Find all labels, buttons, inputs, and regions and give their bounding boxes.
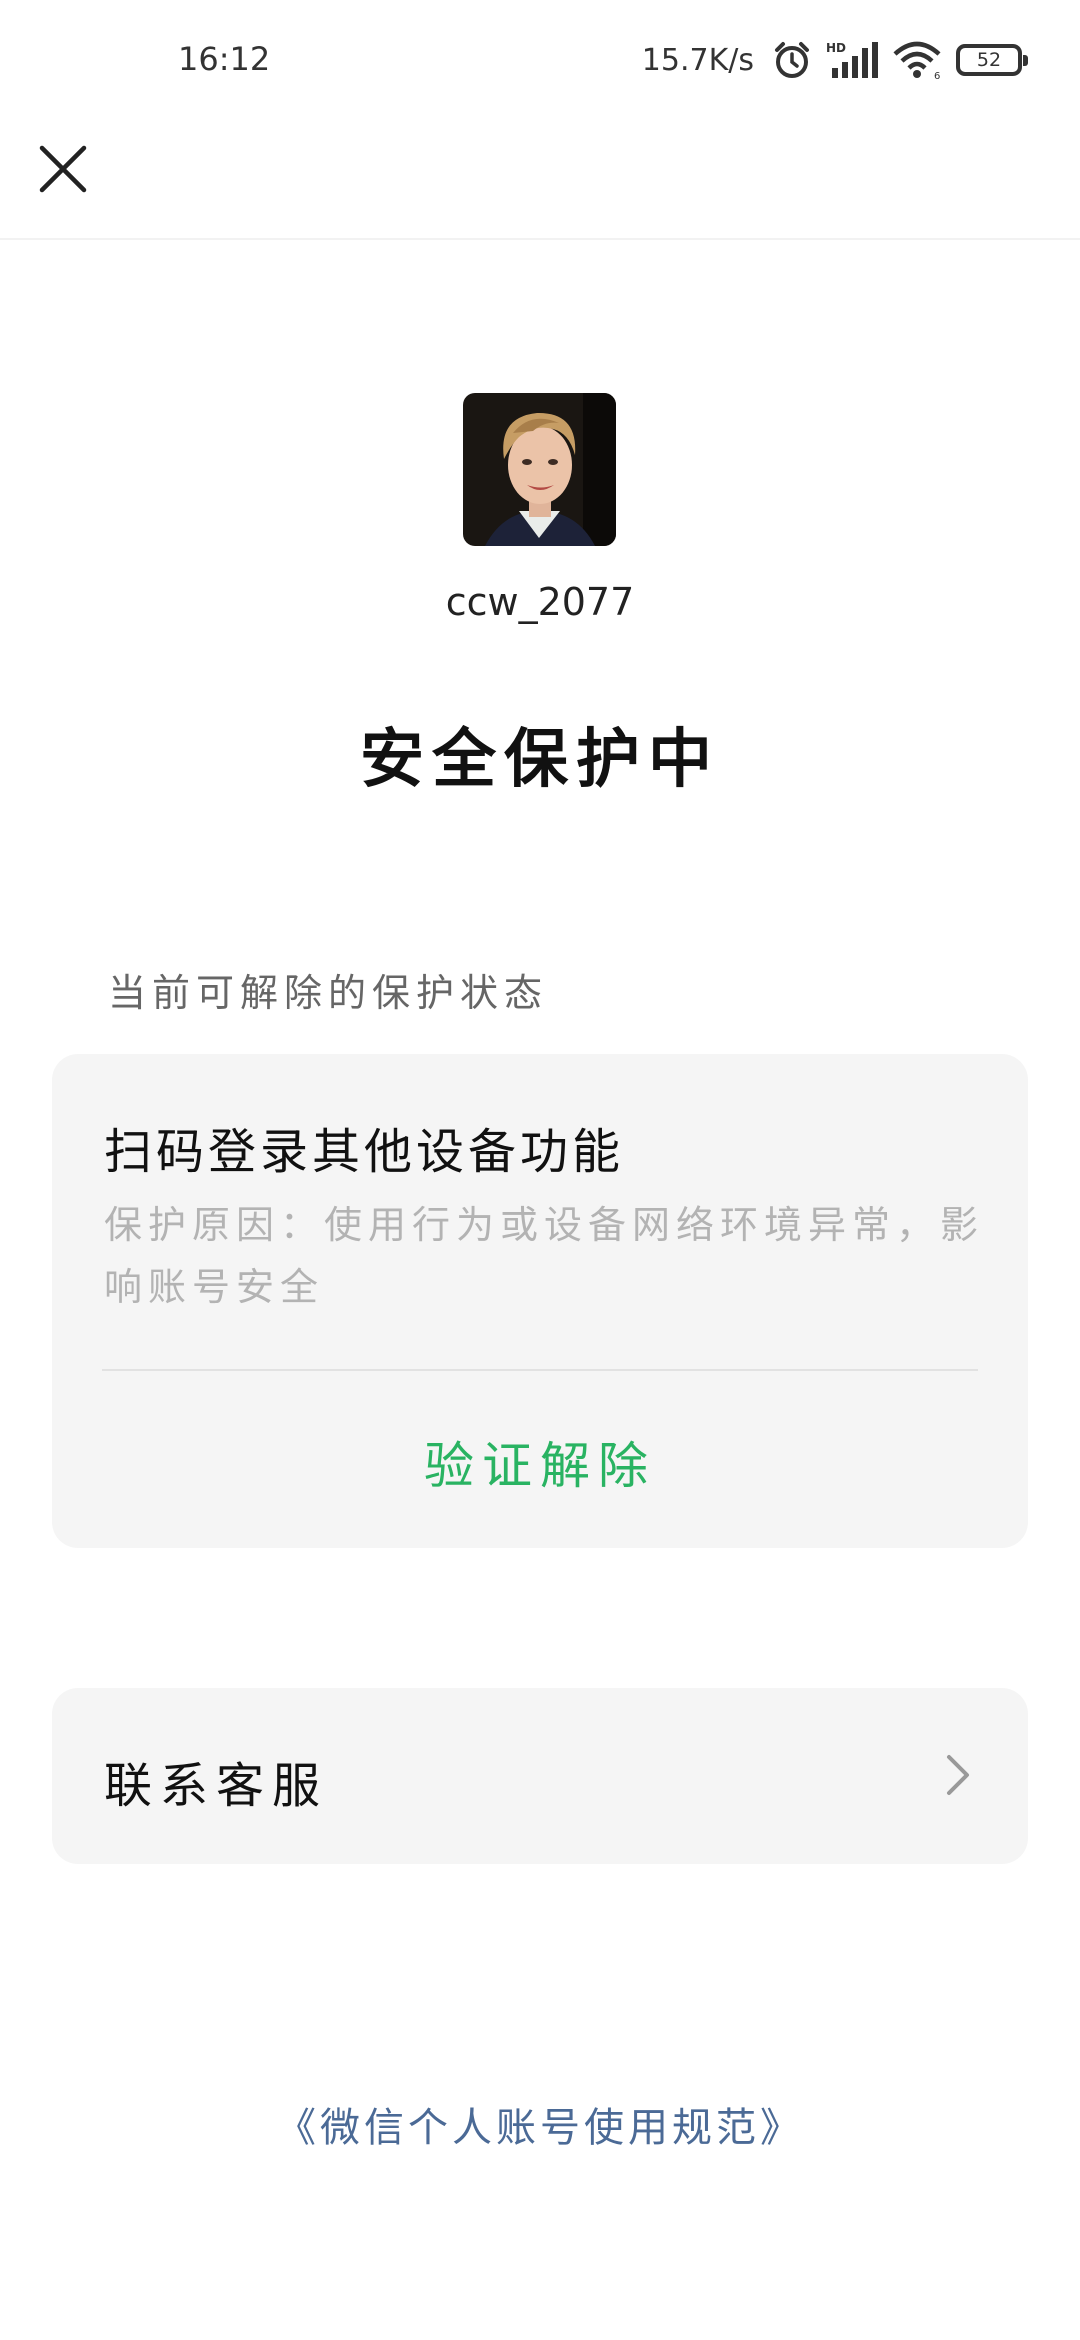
contact-support-label: 联系客服 [104, 1758, 329, 1814]
usage-policy-link[interactable]: 《微信个人账号使用规范》 [0, 2095, 1080, 2153]
username: ccw_2077 [445, 580, 635, 624]
alarm-icon [772, 40, 812, 80]
section-label: 当前可解除的保护状态 [108, 971, 549, 1015]
divider [102, 1369, 978, 1371]
verify-unlock-button[interactable]: 验证解除 [52, 1426, 1028, 1498]
protection-status-card: 扫码登录其他设备功能 保护原因：使用行为或设备网络环境异常，影响账号安全 验证解… [52, 1054, 1028, 1548]
page-title: 安全保护中 [360, 723, 720, 797]
status-indicators: 15.7K/s HD 6 52 [641, 36, 1028, 84]
card-title: 扫码登录其他设备功能 [104, 1124, 625, 1180]
top-nav-bar [0, 120, 1080, 240]
wifi-icon: 6 [892, 40, 942, 80]
avatar [463, 393, 616, 546]
chevron-right-icon [938, 1750, 978, 1800]
status-bar: 16:12 15.7K/s HD 6 52 [0, 0, 1080, 120]
close-icon [39, 145, 87, 193]
security-protection-page: 16:12 15.7K/s HD 6 52 ccw_2077 安全保护中 当前可… [0, 0, 1080, 2340]
contact-support-row[interactable]: 联系客服 [52, 1688, 1028, 1864]
hd-signal-icon: HD [826, 40, 878, 80]
svg-text:6: 6 [934, 71, 940, 80]
battery-icon: 52 [956, 44, 1028, 76]
network-speed: 15.7K/s [641, 42, 754, 78]
status-time: 16:12 [178, 40, 271, 78]
close-button[interactable] [30, 136, 96, 202]
protection-reason: 保护原因：使用行为或设备网络环境异常，影响账号安全 [104, 1203, 985, 1309]
svg-text:HD: HD [826, 41, 846, 55]
